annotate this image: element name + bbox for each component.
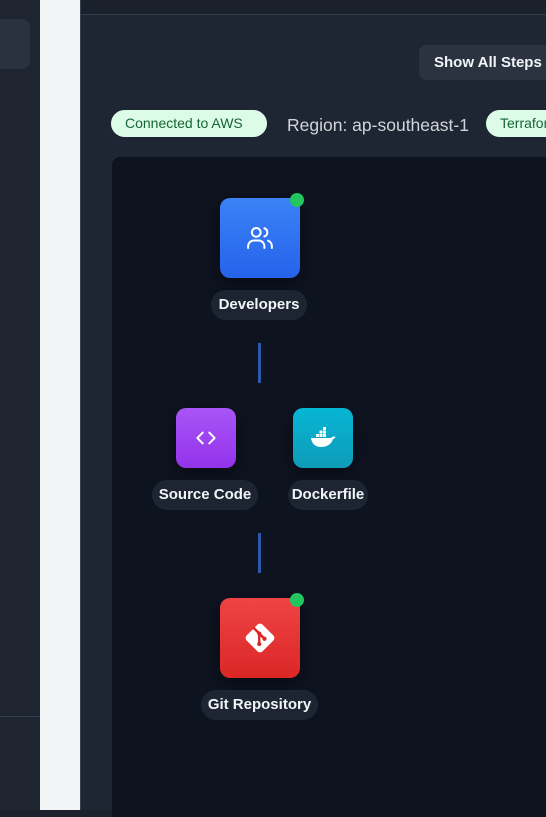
- dockerfile-node[interactable]: [293, 408, 353, 468]
- developers-label: Developers: [211, 290, 307, 320]
- source-code-label: Source Code: [152, 480, 258, 510]
- git-repository-node[interactable]: [220, 598, 300, 678]
- main-area: Show All Steps Connected to AWS Region: …: [80, 0, 546, 817]
- developers-node[interactable]: [220, 198, 300, 278]
- git-icon: [242, 620, 278, 656]
- git-repository-label: Git Repository: [201, 690, 318, 720]
- connector-line: [258, 533, 261, 573]
- terraform-badge: Terraform: [486, 110, 546, 137]
- dockerfile-label: Dockerfile: [288, 480, 368, 510]
- region-label: Region: ap-southeast-1: [287, 115, 469, 135]
- side-panel: [0, 0, 40, 810]
- panel-gutter: [40, 0, 80, 810]
- users-icon: [245, 223, 275, 253]
- git-repository-status-dot: [290, 593, 304, 607]
- developers-status-dot: [290, 193, 304, 207]
- side-panel-item[interactable]: [0, 19, 30, 69]
- show-all-steps-button[interactable]: Show All Steps: [419, 45, 546, 80]
- connector-line: [258, 343, 261, 383]
- docker-icon: [309, 427, 337, 449]
- code-icon: [193, 425, 219, 451]
- top-bar: [81, 0, 546, 15]
- aws-connection-badge: Connected to AWS: [111, 110, 267, 137]
- pipeline-canvas: Developers Source Code Dockerfile Git Re…: [112, 157, 546, 817]
- side-panel-divider: [0, 716, 40, 717]
- source-code-node[interactable]: [176, 408, 236, 468]
